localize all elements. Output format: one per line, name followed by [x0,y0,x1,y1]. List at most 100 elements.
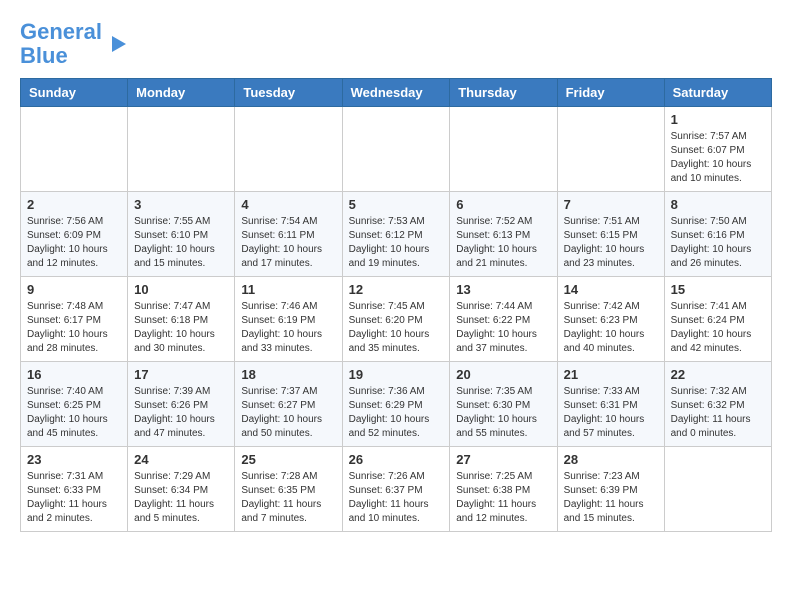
day-number: 21 [564,367,658,382]
page-header: GeneralBlue [20,20,772,68]
calendar-week-5: 23 Sunrise: 7:31 AM Sunset: 6:33 PM Dayli… [21,447,772,532]
calendar-cell: 25Sunrise: 7:28 AM Sunset: 6:35 PM Dayli… [235,447,342,532]
calendar-table: SundayMondayTuesdayWednesdayThursdayFrid… [20,78,772,532]
day-number: 9 [27,282,121,297]
calendar-cell: 11 Sunrise: 7:46 AM Sunset: 6:19 PM Dayli… [235,277,342,362]
day-number: 25 [241,452,335,467]
day-number: 28 [564,452,658,467]
calendar-cell: 24 Sunrise: 7:29 AM Sunset: 6:34 PM Dayli… [128,447,235,532]
day-number: 17 [134,367,228,382]
calendar-cell: 18 Sunrise: 7:37 AM Sunset: 6:27 PM Dayli… [235,362,342,447]
day-info: Sunrise: 7:36 AM Sunset: 6:29 PM Dayligh… [349,385,444,441]
day-number: 23 [27,452,121,467]
day-number: 15 [671,282,765,297]
day-info: Sunrise: 7:45 AM Sunset: 6:20 PM Dayligh… [349,300,444,356]
day-info: Sunrise: 7:48 AM Sunset: 6:17 PM Dayligh… [27,300,121,356]
logo-icon [104,30,132,58]
calendar-header-row: SundayMondayTuesdayWednesdayThursdayFrid… [21,79,772,107]
calendar-week-2: 2 Sunrise: 7:56 AM Sunset: 6:09 PM Daylig… [21,192,772,277]
calendar-header-saturday: Saturday [664,79,771,107]
calendar-header-monday: Monday [128,79,235,107]
day-number: 7 [564,197,658,212]
day-number: 8 [671,197,765,212]
calendar-cell: 10Sunrise: 7:47 AM Sunset: 6:18 PM Dayli… [128,277,235,362]
calendar-cell: 1Sunrise: 7:57 AM Sunset: 6:07 PM Daylig… [664,107,771,192]
day-info: Sunrise: 7:33 AM Sunset: 6:31 PM Dayligh… [564,385,658,441]
calendar-cell: 9 Sunrise: 7:48 AM Sunset: 6:17 PM Daylig… [21,277,128,362]
day-info: Sunrise: 7:56 AM Sunset: 6:09 PM Dayligh… [27,215,121,271]
day-number: 27 [456,452,550,467]
day-info: Sunrise: 7:52 AM Sunset: 6:13 PM Dayligh… [456,215,550,271]
day-info: Sunrise: 7:57 AM Sunset: 6:07 PM Dayligh… [671,130,765,186]
day-info: Sunrise: 7:51 AM Sunset: 6:15 PM Dayligh… [564,215,658,271]
day-info: Sunrise: 7:31 AM Sunset: 6:33 PM Dayligh… [27,470,121,526]
day-info: Sunrise: 7:26 AM Sunset: 6:37 PM Dayligh… [349,470,444,526]
calendar-cell: 4 Sunrise: 7:54 AM Sunset: 6:11 PM Daylig… [235,192,342,277]
calendar-cell: 28 Sunrise: 7:23 AM Sunset: 6:39 PM Dayli… [557,447,664,532]
calendar-cell [664,447,771,532]
day-number: 24 [134,452,228,467]
calendar-week-4: 16 Sunrise: 7:40 AM Sunset: 6:25 PM Dayli… [21,362,772,447]
day-number: 16 [27,367,121,382]
day-info: Sunrise: 7:46 AM Sunset: 6:19 PM Dayligh… [241,300,335,356]
calendar-cell [235,107,342,192]
calendar-cell: 3Sunrise: 7:55 AM Sunset: 6:10 PM Daylig… [128,192,235,277]
day-info: Sunrise: 7:54 AM Sunset: 6:11 PM Dayligh… [241,215,335,271]
day-info: Sunrise: 7:32 AM Sunset: 6:32 PM Dayligh… [671,385,765,441]
day-number: 19 [349,367,444,382]
calendar-cell: 21 Sunrise: 7:33 AM Sunset: 6:31 PM Dayli… [557,362,664,447]
calendar-cell: 16 Sunrise: 7:40 AM Sunset: 6:25 PM Dayli… [21,362,128,447]
calendar-cell: 12Sunrise: 7:45 AM Sunset: 6:20 PM Dayli… [342,277,450,362]
calendar-cell: 15 Sunrise: 7:41 AM Sunset: 6:24 PM Dayli… [664,277,771,362]
calendar-header-friday: Friday [557,79,664,107]
calendar-cell: 14 Sunrise: 7:42 AM Sunset: 6:23 PM Dayli… [557,277,664,362]
calendar-cell: 2 Sunrise: 7:56 AM Sunset: 6:09 PM Daylig… [21,192,128,277]
calendar-cell [450,107,557,192]
calendar-week-1: 1Sunrise: 7:57 AM Sunset: 6:07 PM Daylig… [21,107,772,192]
calendar-header-thursday: Thursday [450,79,557,107]
calendar-cell: 8 Sunrise: 7:50 AM Sunset: 6:16 PM Daylig… [664,192,771,277]
day-info: Sunrise: 7:23 AM Sunset: 6:39 PM Dayligh… [564,470,658,526]
calendar-cell: 13 Sunrise: 7:44 AM Sunset: 6:22 PM Dayli… [450,277,557,362]
calendar-cell: 27 Sunrise: 7:25 AM Sunset: 6:38 PM Dayli… [450,447,557,532]
day-number: 5 [349,197,444,212]
calendar-cell: 19 Sunrise: 7:36 AM Sunset: 6:29 PM Dayli… [342,362,450,447]
day-number: 11 [241,282,335,297]
day-info: Sunrise: 7:40 AM Sunset: 6:25 PM Dayligh… [27,385,121,441]
day-info: Sunrise: 7:41 AM Sunset: 6:24 PM Dayligh… [671,300,765,356]
day-info: Sunrise: 7:44 AM Sunset: 6:22 PM Dayligh… [456,300,550,356]
calendar-cell: 22Sunrise: 7:32 AM Sunset: 6:32 PM Dayli… [664,362,771,447]
calendar-cell [128,107,235,192]
calendar-cell [557,107,664,192]
day-number: 26 [349,452,444,467]
logo: GeneralBlue [20,20,132,68]
day-info: Sunrise: 7:39 AM Sunset: 6:26 PM Dayligh… [134,385,228,441]
day-info: Sunrise: 7:25 AM Sunset: 6:38 PM Dayligh… [456,470,550,526]
calendar-body: 1Sunrise: 7:57 AM Sunset: 6:07 PM Daylig… [21,107,772,532]
calendar-header-sunday: Sunday [21,79,128,107]
day-number: 4 [241,197,335,212]
calendar-cell: 23 Sunrise: 7:31 AM Sunset: 6:33 PM Dayli… [21,447,128,532]
day-info: Sunrise: 7:37 AM Sunset: 6:27 PM Dayligh… [241,385,335,441]
calendar-cell [342,107,450,192]
day-info: Sunrise: 7:53 AM Sunset: 6:12 PM Dayligh… [349,215,444,271]
calendar-week-3: 9 Sunrise: 7:48 AM Sunset: 6:17 PM Daylig… [21,277,772,362]
day-number: 13 [456,282,550,297]
day-number: 14 [564,282,658,297]
day-number: 10 [134,282,228,297]
calendar-cell: 20Sunrise: 7:35 AM Sunset: 6:30 PM Dayli… [450,362,557,447]
calendar-cell: 26 Sunrise: 7:26 AM Sunset: 6:37 PM Dayli… [342,447,450,532]
calendar-header-wednesday: Wednesday [342,79,450,107]
calendar-cell: 6 Sunrise: 7:52 AM Sunset: 6:13 PM Daylig… [450,192,557,277]
day-info: Sunrise: 7:50 AM Sunset: 6:16 PM Dayligh… [671,215,765,271]
calendar-header-tuesday: Tuesday [235,79,342,107]
day-number: 20 [456,367,550,382]
logo-text: GeneralBlue [20,20,102,68]
day-info: Sunrise: 7:29 AM Sunset: 6:34 PM Dayligh… [134,470,228,526]
day-info: Sunrise: 7:42 AM Sunset: 6:23 PM Dayligh… [564,300,658,356]
day-number: 2 [27,197,121,212]
day-number: 18 [241,367,335,382]
calendar-cell [21,107,128,192]
day-number: 6 [456,197,550,212]
day-number: 3 [134,197,228,212]
